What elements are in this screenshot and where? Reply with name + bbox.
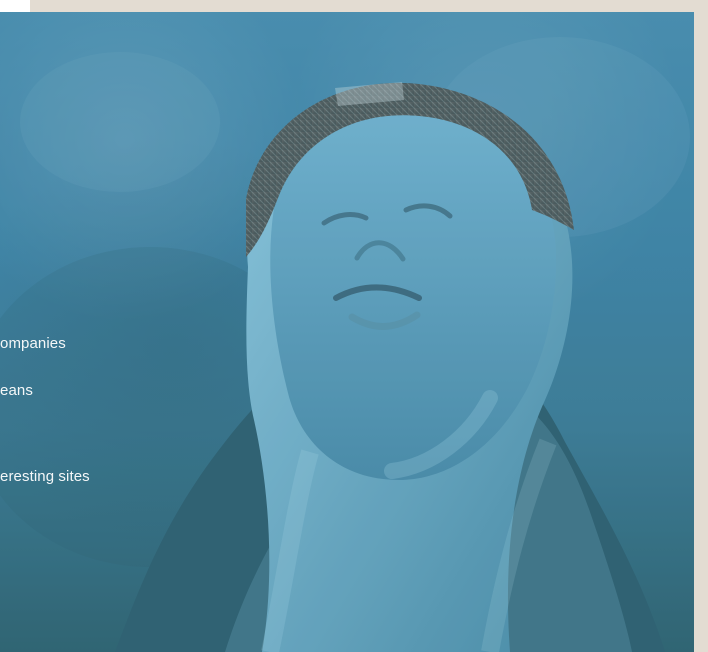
hero-text-line-2: eans xyxy=(0,382,33,399)
hero-text-block: ompanies eans eresting sites xyxy=(0,12,240,652)
hero-section: ompanies eans eresting sites xyxy=(0,12,694,652)
page: ompanies eans eresting sites xyxy=(0,0,708,652)
hero-text-line-1: ompanies xyxy=(0,335,66,352)
hero-text-line-3: eresting sites xyxy=(0,468,90,485)
top-left-tab xyxy=(0,0,30,12)
